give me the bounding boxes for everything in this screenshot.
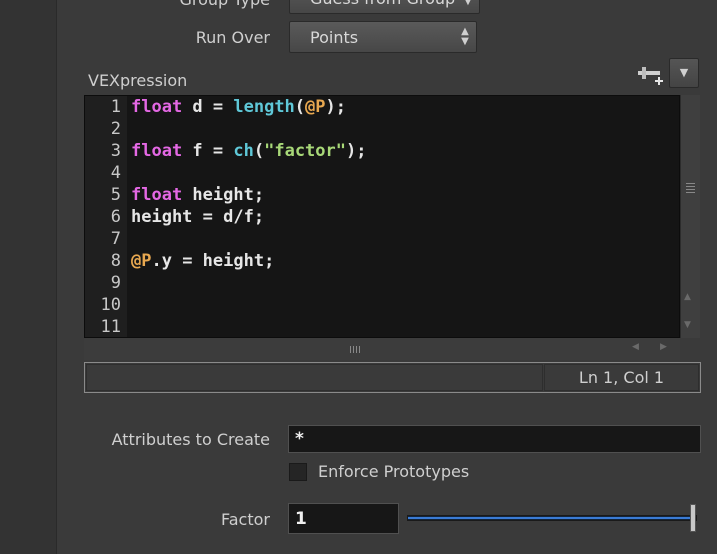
code-line[interactable]: 8 @P.y = height; xyxy=(85,250,679,272)
code-line[interactable]: 4 xyxy=(85,162,679,184)
code-text-token: f = xyxy=(182,141,234,161)
editor-horizontal-scrollbar[interactable]: ◀ ▶ xyxy=(84,338,680,360)
attributes-to-create-field[interactable]: * xyxy=(288,425,701,453)
line-number: 3 xyxy=(110,141,121,161)
line-number: 1 xyxy=(110,97,121,117)
left-sidebar-strip xyxy=(0,0,57,554)
code-line[interactable]: 3 float f = ch("factor"); xyxy=(85,140,679,162)
attributes-to-create-label: Attributes to Create xyxy=(111,430,270,449)
chevron-down-icon[interactable]: ▼ xyxy=(669,58,699,88)
scroll-down-icon[interactable]: ▼ xyxy=(684,320,691,330)
line-number: 9 xyxy=(110,273,121,293)
line-number: 4 xyxy=(110,163,121,183)
updown-arrows-icon: ▲▼ xyxy=(461,26,469,47)
line-number: 2 xyxy=(110,119,121,139)
code-line[interactable]: 1 float d = length(@P); xyxy=(85,96,679,118)
code-text-token: ); xyxy=(325,97,347,117)
enforce-prototypes-label: Enforce Prototypes xyxy=(318,462,470,481)
code-line[interactable]: 2 xyxy=(85,118,679,140)
code-text-token: ( xyxy=(253,141,265,161)
code-text[interactable]: float height; xyxy=(131,184,264,206)
line-number: 7 xyxy=(110,229,121,249)
code-text-token: height; xyxy=(182,185,265,205)
group-type-menu[interactable]: Guess from Group ▲▼ xyxy=(289,0,480,14)
code-text-token: ); xyxy=(346,141,367,161)
cursor-position: Ln 1, Col 1 xyxy=(544,364,699,391)
group-type-label: Group Type xyxy=(150,0,270,9)
code-line[interactable]: 10 xyxy=(85,294,679,316)
code-line[interactable]: 5 float height; xyxy=(85,184,679,206)
line-number: 5 xyxy=(110,185,121,205)
scroll-grip-icon[interactable] xyxy=(686,183,695,195)
attribute-token: @P xyxy=(305,97,326,117)
code-text[interactable]: float d = length(@P); xyxy=(131,96,346,118)
run-over-value: Points xyxy=(310,28,359,47)
code-line[interactable]: 9 xyxy=(85,272,679,294)
code-text[interactable]: float f = ch("factor"); xyxy=(131,140,366,162)
editor-vertical-scrollbar[interactable]: ▲ ▼ xyxy=(680,95,700,338)
code-line[interactable]: 6 height = d/f; xyxy=(85,206,679,228)
code-text[interactable]: @P.y = height; xyxy=(131,250,274,272)
vex-code-editor[interactable]: 1 float d = length(@P); 2 3 float f = ch("fa… xyxy=(84,95,680,338)
line-number: 8 xyxy=(110,251,121,271)
factor-slider[interactable] xyxy=(407,504,697,532)
code-text-token: height = d/f; xyxy=(131,207,265,227)
scroll-left-icon[interactable]: ◀ xyxy=(632,342,639,352)
run-over-menu[interactable]: Points ▲ ▼ xyxy=(289,21,477,53)
factor-slider-fill xyxy=(408,517,690,519)
scroll-up-icon[interactable]: ▲ xyxy=(684,292,691,302)
string-token: "factor" xyxy=(264,141,346,161)
keyword-token: float xyxy=(131,97,183,117)
code-text[interactable]: height = d/f; xyxy=(131,206,264,228)
line-number: 6 xyxy=(110,207,121,227)
updown-arrows-icon: ▲▼ xyxy=(464,0,472,7)
code-line[interactable]: 7 xyxy=(85,228,679,250)
plus-slider-icon[interactable] xyxy=(636,62,666,90)
run-over-label: Run Over xyxy=(195,28,270,47)
keyword-token: float xyxy=(131,141,183,161)
line-number: 10 xyxy=(100,295,121,315)
enforce-prototypes-checkbox[interactable] xyxy=(289,463,307,481)
line-number: 11 xyxy=(100,317,121,337)
function-token: ch xyxy=(233,141,254,161)
editor-status-bar: Ln 1, Col 1 xyxy=(84,362,701,393)
function-token: length xyxy=(233,97,295,117)
factor-label: Factor xyxy=(221,510,270,529)
code-text-token: .y = height; xyxy=(151,251,275,271)
group-type-value: Guess from Group xyxy=(310,0,455,8)
factor-field[interactable]: 1 xyxy=(288,503,399,534)
scroll-right-icon[interactable]: ▶ xyxy=(660,342,667,352)
factor-slider-handle[interactable] xyxy=(690,504,696,532)
code-text-token: d = xyxy=(182,97,234,117)
keyword-token: float xyxy=(131,185,183,205)
vexpression-label: VEXpression xyxy=(88,71,188,90)
code-text-token: ( xyxy=(294,97,306,117)
code-line[interactable]: 11 xyxy=(85,316,679,337)
hscroll-grip-icon[interactable] xyxy=(350,346,362,353)
attribute-token: @P xyxy=(131,251,152,271)
status-message-area xyxy=(86,364,543,391)
